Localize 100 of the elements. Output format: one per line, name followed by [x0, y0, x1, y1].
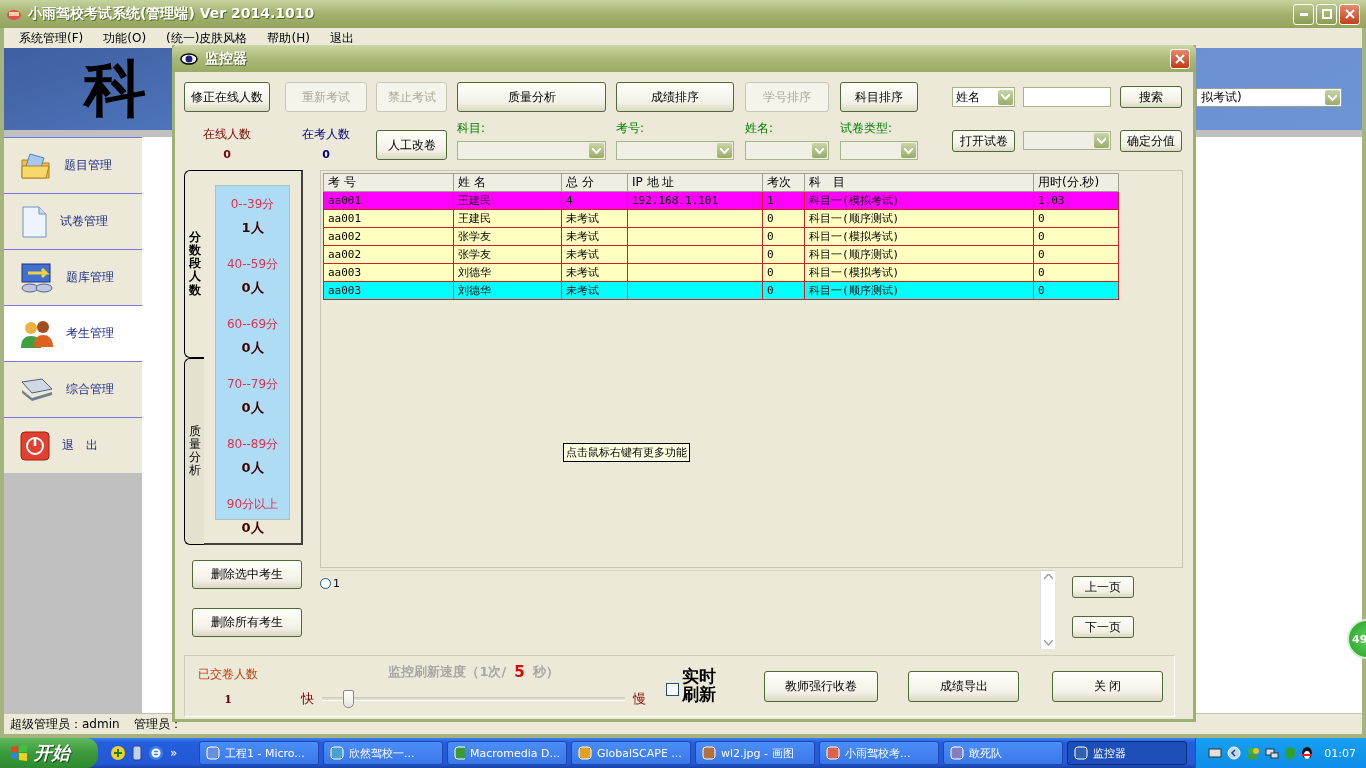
- search-button[interactable]: 搜索: [1120, 86, 1182, 108]
- search-input[interactable]: [1023, 87, 1111, 107]
- realtime-checkbox[interactable]: [666, 682, 679, 696]
- counter-value: 0: [322, 148, 330, 161]
- toolbar-button[interactable]: 成绩排序: [616, 82, 734, 112]
- table-cell: 0: [767, 284, 774, 297]
- fast-label: 快: [301, 690, 314, 708]
- table-cell: aa002: [328, 248, 362, 261]
- users-icon: [20, 318, 54, 349]
- action-button[interactable]: 成绩导出: [908, 670, 1019, 702]
- column-header[interactable]: 用时(分.秒): [1033, 173, 1119, 192]
- taskbar-item[interactable]: GlobalSCAPE ...: [571, 741, 691, 765]
- page-label: 1: [333, 576, 340, 590]
- taskbar-item[interactable]: 小雨驾校考...: [819, 741, 939, 765]
- toolbar-button[interactable]: 科目排序: [840, 82, 918, 112]
- minimize-button[interactable]: [1293, 3, 1314, 25]
- menu-item[interactable]: 系统管理(F): [12, 29, 91, 47]
- menu-item[interactable]: 帮助(H): [260, 29, 317, 47]
- side-tab[interactable]: 分数段人数: [184, 170, 204, 358]
- status-text: 超级管理员：admin: [10, 715, 120, 733]
- score-count: 0人: [241, 339, 264, 357]
- next-page-button[interactable]: 下一页: [1072, 616, 1134, 638]
- manual-grade-button[interactable]: 人工改卷: [376, 130, 447, 160]
- penguin-icon[interactable]: [1301, 746, 1314, 760]
- toolbar-button[interactable]: 修正在线人数: [184, 82, 270, 112]
- taskbar-item[interactable]: 敢死队: [943, 741, 1063, 765]
- browser-icon[interactable]: [148, 745, 164, 761]
- refresh-speed-label: 监控刷新速度（1次/: [388, 663, 507, 681]
- sidebar-item[interactable]: 考生管理: [4, 305, 142, 361]
- menu-item[interactable]: 退出: [322, 29, 361, 47]
- maximize-icon: [1321, 9, 1332, 19]
- table-cell: 科目一(模拟考试): [809, 194, 900, 207]
- score-range: 70--79分: [226, 376, 279, 393]
- minimize-icon: [1299, 12, 1308, 16]
- menu-item[interactable]: (统一)皮肤风格: [159, 29, 255, 47]
- arrow-left-icon[interactable]: [1227, 746, 1242, 760]
- delete-all-button[interactable]: 删除所有考生: [192, 608, 302, 637]
- table-cell: 0: [1038, 212, 1045, 225]
- close-button[interactable]: [1339, 3, 1360, 25]
- side-tab[interactable]: 质量分析: [184, 357, 204, 545]
- open-paper-button[interactable]: 打开试卷: [952, 130, 1015, 152]
- sidebar-item[interactable]: 试卷管理: [4, 193, 142, 249]
- filter-dropdown[interactable]: [840, 141, 918, 160]
- sidebar-item[interactable]: 题目管理: [4, 137, 142, 193]
- close-button[interactable]: [1170, 48, 1190, 69]
- action-button[interactable]: 教师强行收卷: [764, 670, 878, 702]
- sidebar-item[interactable]: 综合管理: [4, 361, 142, 417]
- taskbar-item[interactable]: wl2.jpg - 画图: [695, 741, 815, 765]
- windows-logo-icon: [10, 745, 28, 761]
- table-cell: 张学友: [458, 230, 491, 243]
- paper-dropdown[interactable]: [1023, 131, 1111, 150]
- filter-label: 姓名:: [745, 120, 775, 137]
- network-icon[interactable]: [1265, 746, 1280, 760]
- action-button[interactable]: 关 闭: [1052, 670, 1163, 702]
- start-button[interactable]: 开始: [0, 738, 98, 768]
- column-header[interactable]: 考次: [762, 173, 805, 192]
- page-radio[interactable]: [320, 577, 331, 589]
- taskbar-item[interactable]: 工程1 - Micro...: [199, 741, 319, 765]
- filter-dropdown[interactable]: [616, 141, 734, 160]
- counter-value: 0: [223, 148, 231, 161]
- app-icon: [702, 746, 716, 760]
- filter-label: 科目:: [457, 120, 487, 137]
- table-cell: 刘德华: [458, 284, 491, 297]
- sidebar-item[interactable]: 退 出: [4, 417, 142, 473]
- previous-page-button[interactable]: 上一页: [1072, 576, 1134, 598]
- slider-thumb[interactable]: [343, 690, 355, 708]
- taskbar-item[interactable]: 欣然驾校一...: [323, 741, 443, 765]
- score-range: 90分以上: [226, 496, 279, 513]
- table-cell: 未考试: [566, 230, 599, 243]
- toolbar-button[interactable]: 质量分析: [457, 82, 606, 112]
- close-icon: [1175, 53, 1185, 64]
- refresh-speed-unit: 秒）: [532, 663, 559, 681]
- table-cell: 0: [1038, 284, 1045, 297]
- column-header[interactable]: 姓 名: [453, 173, 562, 192]
- phone-icon[interactable]: [132, 745, 142, 761]
- filter-dropdown[interactable]: [745, 141, 829, 160]
- vertical-scrollbar[interactable]: [1040, 571, 1055, 649]
- sidebar-item[interactable]: 题库管理: [4, 249, 142, 305]
- taskbar-item[interactable]: Macromedia D...: [447, 741, 567, 765]
- taskbar-item[interactable]: 监控器: [1067, 741, 1187, 765]
- scroll-up-icon[interactable]: [1043, 574, 1053, 580]
- app-icon: [826, 746, 840, 760]
- delete-selected-button[interactable]: 删除选中考生: [192, 560, 302, 589]
- scroll-down-icon[interactable]: [1043, 640, 1053, 646]
- column-header[interactable]: IP 地 址: [627, 173, 763, 192]
- maximize-button[interactable]: [1316, 3, 1337, 25]
- keyboard-icon[interactable]: [1208, 747, 1223, 759]
- menu-item[interactable]: 功能(O): [96, 29, 154, 47]
- filter-dropdown[interactable]: [457, 141, 606, 160]
- more-arrows[interactable]: »: [170, 746, 178, 760]
- exam-dropdown[interactable]: 拟考试): [1196, 88, 1342, 107]
- plus-circle-icon[interactable]: [110, 745, 126, 761]
- confirm-score-button[interactable]: 确定分值: [1120, 130, 1182, 152]
- column-header[interactable]: 科 目: [804, 173, 1034, 192]
- column-header[interactable]: 考 号: [323, 173, 454, 192]
- close-icon: [1344, 9, 1355, 19]
- column-header[interactable]: 总 分: [561, 173, 628, 192]
- search-field-select[interactable]: 姓名: [952, 87, 1015, 107]
- table-cell: aa001: [328, 212, 362, 225]
- score-range: 40--59分: [226, 256, 279, 273]
